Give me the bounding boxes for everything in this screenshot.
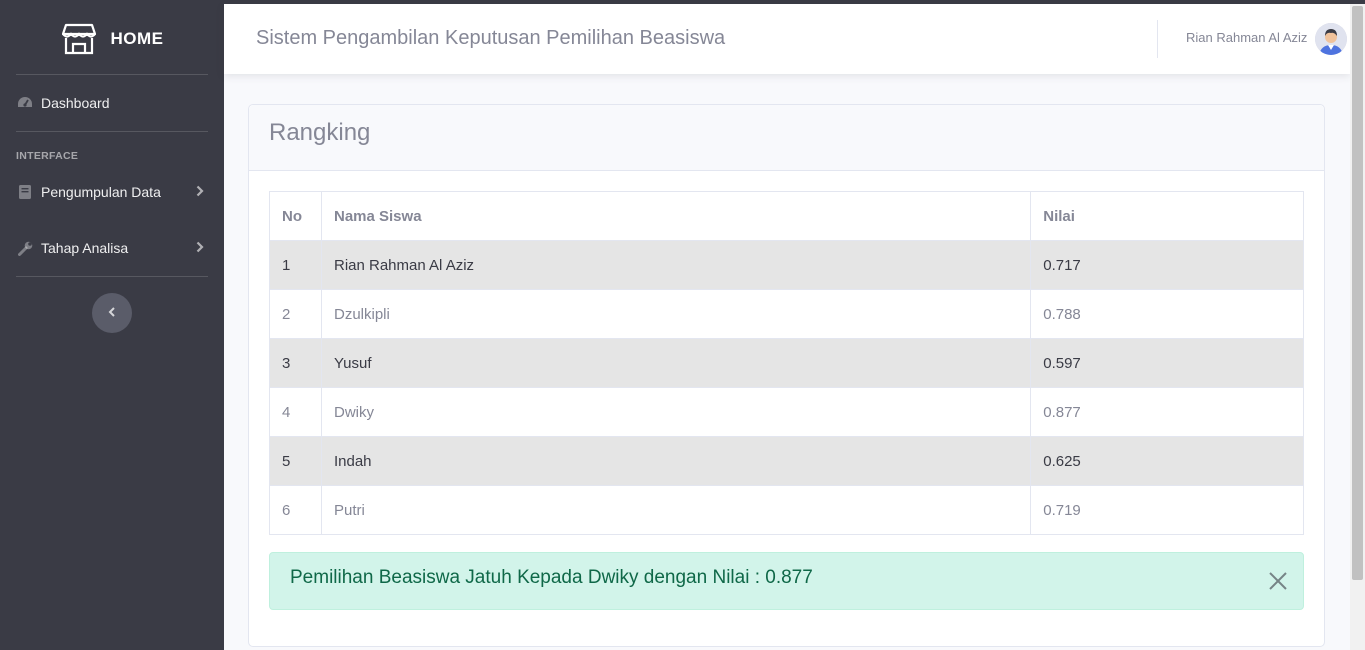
cell-nama-siswa: Putri [320,485,1032,535]
book-icon [16,183,34,201]
alert-message: Pemilihan Beasiswa Jatuh Kepada Dwiky de… [290,567,813,588]
close-icon[interactable] [1267,570,1289,592]
table-header-row: No Nama Siswa Nilai [269,191,1304,241]
cell-nilai: 0.877 [1030,387,1304,437]
cell-nama-siswa: Dzulkipli [320,289,1032,339]
brand-label: HOME [110,29,164,48]
card-header: Rangking [249,105,1324,171]
sidebar-item-label: Pengumpulan Data [41,184,161,200]
sidebar-item-tahap-analisa[interactable]: Tahap Analisa [0,225,224,271]
table-row: 5 Indah 0.625 [269,436,1304,486]
sidebar-item-label: Dashboard [41,95,110,111]
user-name[interactable]: Rian Rahman Al Aziz [1186,30,1307,45]
card-title: Rangking [269,119,371,146]
cell-nilai: 0.788 [1030,289,1304,339]
column-header-no: No [269,191,322,241]
cell-no: 1 [269,240,322,290]
table-row: 1 Rian Rahman Al Aziz 0.717 [269,240,1304,290]
table-row: 6 Putri 0.719 [269,485,1304,535]
sidebar: HOME Dashboard INTERFACE Pengumpulan Dat… [0,4,224,650]
cell-no: 4 [269,387,322,437]
page-scrollbar[interactable] [1350,4,1365,650]
topbar-divider [1157,20,1158,58]
sidebar-toggle-button[interactable] [92,293,132,333]
column-header-nama-siswa: Nama Siswa [320,191,1032,241]
sidebar-item-label: Tahap Analisa [41,240,129,256]
table-row: 3 Yusuf 0.597 [269,338,1304,388]
ranking-card: Rangking No Nama Siswa Nilai 1 Rian Rahm… [248,104,1325,647]
cell-no: 2 [269,289,322,339]
cell-nilai: 0.625 [1030,436,1304,486]
sidebar-divider [16,74,208,75]
cell-no: 3 [269,338,322,388]
cell-nilai: 0.717 [1030,240,1304,290]
avatar[interactable] [1315,23,1347,55]
table-row: 2 Dzulkipli 0.788 [269,289,1304,339]
cell-nama-siswa: Indah [320,436,1032,486]
chevron-right-icon [196,184,204,200]
page-title: Sistem Pengambilan Keputusan Pemilihan B… [256,27,726,49]
sidebar-item-pengumpulan-data[interactable]: Pengumpulan Data [0,169,224,215]
chevron-left-icon [108,304,116,322]
cell-nama-siswa: Dwiky [320,387,1032,437]
sidebar-item-dashboard[interactable]: Dashboard [0,80,224,126]
sidebar-divider [16,131,208,132]
sidebar-brand[interactable]: HOME [0,4,224,74]
topbar: Sistem Pengambilan Keputusan Pemilihan B… [224,4,1350,74]
table-row: 4 Dwiky 0.877 [269,387,1304,437]
column-header-nilai: Nilai [1030,191,1304,241]
result-alert: Pemilihan Beasiswa Jatuh Kepada Dwiky de… [269,552,1304,610]
cell-no: 6 [269,485,322,535]
cell-nama-siswa: Yusuf [320,338,1032,388]
cell-no: 5 [269,436,322,486]
cell-nama-siswa: Rian Rahman Al Aziz [320,240,1032,290]
chevron-right-icon [196,240,204,256]
cell-nilai: 0.597 [1030,338,1304,388]
cell-nilai: 0.719 [1030,485,1304,535]
ranking-table: No Nama Siswa Nilai 1 Rian Rahman Al Azi… [269,191,1304,535]
wrench-icon [16,239,34,257]
tachometer-icon [16,94,34,112]
scrollbar-thumb[interactable] [1352,6,1363,580]
sidebar-heading: INTERFACE [16,150,79,162]
store-icon [61,22,97,56]
sidebar-divider [16,276,208,277]
